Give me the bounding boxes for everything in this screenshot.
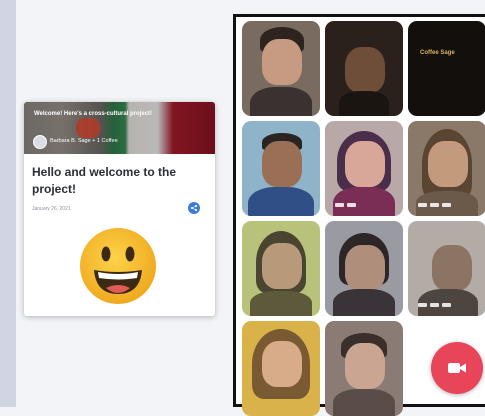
participant-tile[interactable] xyxy=(325,121,403,216)
post-card[interactable]: Welcome! Here's a cross-cultural project… xyxy=(24,102,215,316)
participant-tile[interactable] xyxy=(325,321,403,416)
participant-name-label: Coffee Sage xyxy=(420,50,455,56)
video-call-panel: Coffee Sage xyxy=(233,14,485,416)
participant-tile[interactable] xyxy=(242,21,320,116)
participant-tile-name-card[interactable]: Coffee Sage xyxy=(408,21,485,116)
share-button[interactable] xyxy=(188,202,200,214)
post-cover-image: Welcome! Here's a cross-cultural project… xyxy=(24,102,215,154)
participant-tile[interactable] xyxy=(242,321,320,416)
post-title[interactable]: Hello and welcome to the project! xyxy=(32,164,212,198)
grinning-face-emoji xyxy=(80,228,156,304)
participant-tile[interactable] xyxy=(325,221,403,316)
page-edge xyxy=(0,0,16,407)
video-record-button[interactable] xyxy=(431,342,483,394)
participant-tile[interactable] xyxy=(325,21,403,116)
participant-tile[interactable] xyxy=(408,221,485,316)
author-avatar xyxy=(33,135,47,149)
participant-tile[interactable] xyxy=(242,221,320,316)
participant-tile[interactable] xyxy=(242,121,320,216)
video-camera-icon xyxy=(448,363,466,373)
participant-tile[interactable] xyxy=(408,121,485,216)
cover-title: Welcome! Here's a cross-cultural project… xyxy=(34,111,153,117)
author-name: Barbara B. Sage + 1 Coffee xyxy=(50,138,118,144)
post-date: January 26, 2021 xyxy=(32,206,71,212)
share-icon xyxy=(190,204,198,212)
cover-shape xyxy=(76,118,100,138)
